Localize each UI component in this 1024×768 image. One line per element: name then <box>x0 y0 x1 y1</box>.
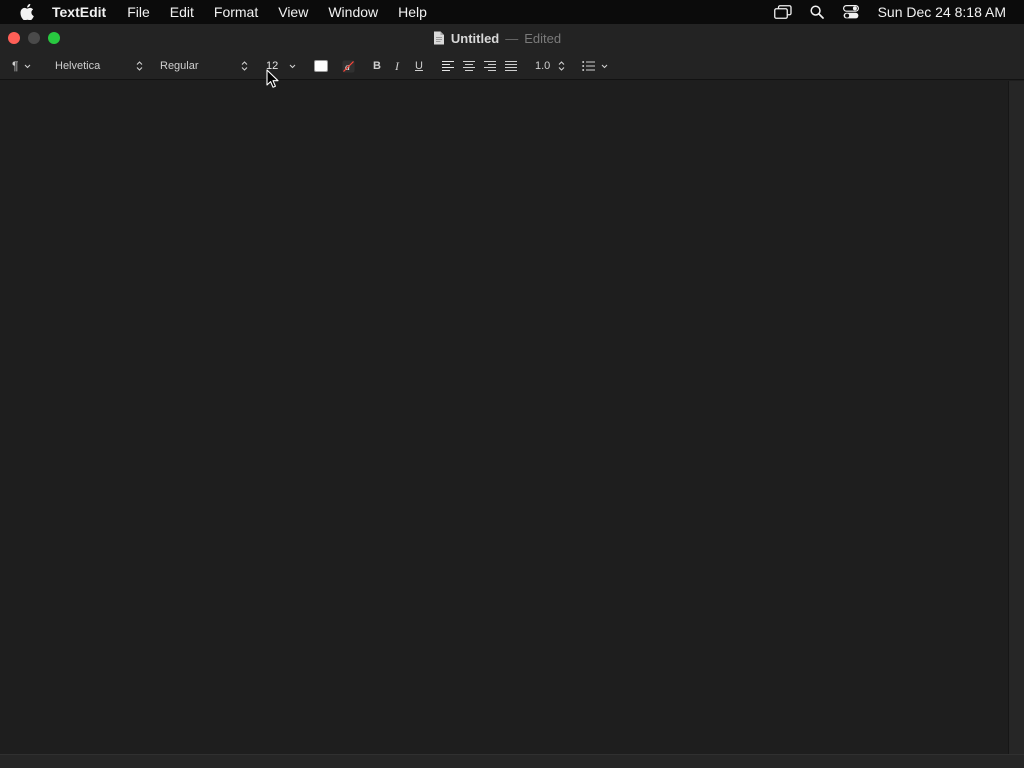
menu-bar: TextEdit File Edit Format View Window He… <box>0 0 1024 24</box>
window-title-bar[interactable]: Untitled — Edited <box>0 24 1024 52</box>
up-down-arrows-icon <box>241 61 248 71</box>
apple-logo-icon[interactable] <box>18 3 36 21</box>
document-text-area[interactable] <box>0 81 1008 754</box>
typeface-popup[interactable]: Regular <box>160 52 248 80</box>
typeface-value: Regular <box>160 60 199 72</box>
menu-format[interactable]: Format <box>204 0 268 24</box>
document-name: Untitled <box>450 30 500 46</box>
highlight-color-icon: a <box>342 60 355 73</box>
align-left-button[interactable] <box>442 52 456 80</box>
chevron-down-icon <box>25 64 31 68</box>
font-size-value: 12 <box>266 60 279 72</box>
text-color-well[interactable] <box>314 52 330 80</box>
screen-mirroring-icon[interactable] <box>772 3 794 21</box>
chevron-down-icon <box>601 64 608 68</box>
font-family-popup[interactable]: Helvetica <box>55 52 143 80</box>
text-color-swatch <box>314 60 328 72</box>
font-family-value: Helvetica <box>55 60 101 72</box>
format-toolbar: ¶ Helvetica Regular 12 a <box>0 52 1024 80</box>
justify-button[interactable] <box>505 52 519 80</box>
font-size-popup[interactable] <box>289 52 299 80</box>
menu-app-name[interactable]: TextEdit <box>52 0 117 24</box>
text-background-color-button[interactable]: a <box>342 52 356 80</box>
menu-edit[interactable]: Edit <box>160 0 204 24</box>
align-center-icon <box>463 61 475 71</box>
align-center-button[interactable] <box>463 52 477 80</box>
window-bottom-edge <box>0 754 1024 768</box>
control-center-icon[interactable] <box>840 3 862 21</box>
spotlight-search-icon[interactable] <box>806 3 828 21</box>
align-right-button[interactable] <box>484 52 498 80</box>
align-justify-icon <box>505 61 517 71</box>
title-separator: — <box>505 30 519 46</box>
line-spacing-popup[interactable]: 1.0 <box>535 52 565 80</box>
up-down-arrows-icon <box>558 61 565 71</box>
menu-bar-clock[interactable]: Sun Dec 24 8:18 AM <box>878 4 1006 20</box>
document-proxy-icon[interactable] <box>433 31 445 45</box>
bulleted-list-icon <box>582 61 595 71</box>
list-bullets-popup[interactable] <box>582 52 612 80</box>
status-area: Sun Dec 24 8:18 AM <box>772 0 1024 24</box>
chevron-down-icon <box>289 64 296 68</box>
line-spacing-value: 1.0 <box>535 60 551 72</box>
italic-button[interactable]: I <box>395 52 405 80</box>
paragraph-style-popup[interactable]: ¶ <box>12 52 38 80</box>
menu-window[interactable]: Window <box>318 0 388 24</box>
bold-button[interactable]: B <box>373 52 383 80</box>
font-size-field[interactable]: 12 <box>266 52 286 80</box>
paragraph-icon: ¶ <box>12 59 19 73</box>
align-right-icon <box>484 61 496 71</box>
window-title: Untitled — Edited <box>0 24 1024 52</box>
document-edited-state: Edited <box>524 30 562 46</box>
align-left-icon <box>442 61 454 71</box>
up-down-arrows-icon <box>136 61 143 71</box>
vertical-scrollbar[interactable] <box>1008 81 1024 754</box>
underline-button[interactable]: U <box>415 52 425 80</box>
menu-view[interactable]: View <box>268 0 318 24</box>
menu-help[interactable]: Help <box>388 0 437 24</box>
menu-file[interactable]: File <box>117 0 160 24</box>
